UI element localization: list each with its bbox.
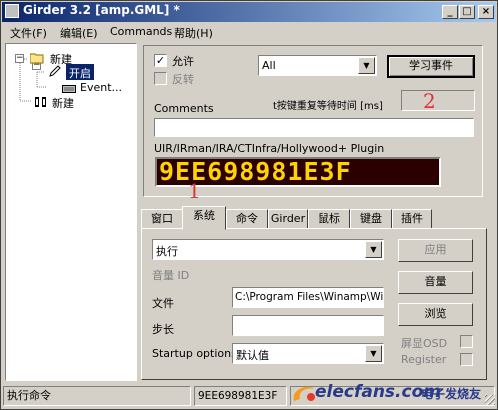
step-input[interactable]: [232, 315, 384, 336]
osd-checkbox[interactable]: [460, 335, 473, 348]
tab-keyboard[interactable]: 键盘: [350, 209, 392, 229]
menu-edit[interactable]: 编辑(E): [60, 25, 98, 41]
status-text: 执行命令: [3, 386, 191, 406]
menu-file[interactable]: 文件(F): [10, 25, 47, 41]
status-event-code: 9EE698981E3F: [194, 386, 287, 406]
tree-item-selected[interactable]: 开启: [48, 64, 134, 80]
tree-item-multigroup[interactable]: 新建: [34, 94, 124, 110]
tree-item-label: 新建: [52, 97, 74, 110]
file-path-input[interactable]: C:\Program Files\Winamp\Win: [232, 287, 384, 308]
app-icon: [5, 4, 19, 18]
window-title: Girder 3.2 [amp.GML] *: [23, 3, 180, 17]
osd-label: 屏显OSD: [401, 337, 448, 350]
tab-plugin[interactable]: 插件: [392, 209, 432, 229]
watermark-logo: elecfans.com 电子发烧友: [291, 381, 487, 407]
chevron-down-icon[interactable]: ▼: [365, 241, 382, 258]
step-label: 步长: [152, 323, 174, 336]
register-label: Register: [401, 353, 447, 366]
tab-command[interactable]: 命令: [226, 209, 268, 229]
event-select-value: All: [262, 59, 276, 72]
main-window: Girder 3.2 [amp.GML] * _ □ × 文件(F) 编辑(E)…: [0, 0, 498, 410]
folder-icon: [30, 53, 44, 64]
plugin-label: UIR/IRman/IRA/CTInfra/Hollywood+ Plugin: [154, 142, 385, 155]
minimize-button[interactable]: _: [442, 5, 458, 19]
startup-options-select[interactable]: 默认值 ▼: [232, 343, 384, 364]
annotation-2: 2: [423, 89, 436, 113]
tree-item-label: 开启: [66, 64, 94, 80]
tree-expander-icon[interactable]: −: [15, 54, 24, 63]
startup-options-label: Startup options: [152, 347, 237, 360]
chevron-down-icon[interactable]: ▼: [365, 345, 382, 362]
chevron-down-icon[interactable]: ▼: [358, 57, 375, 74]
menu-commands[interactable]: Commands: [110, 25, 172, 38]
invert-checkbox[interactable]: [154, 72, 167, 85]
tab-girder[interactable]: Girder: [268, 209, 308, 229]
repeat-delay-input[interactable]: [401, 90, 475, 111]
annotation-1: 1: [188, 179, 201, 203]
tree-view[interactable]: − − 新建 开启 Event... 新建: [5, 43, 137, 381]
tree-item-label: Event...: [80, 81, 123, 94]
pencil-icon: [49, 65, 61, 77]
enable-label: 允许: [172, 55, 194, 68]
tab-mouse[interactable]: 鼠标: [308, 209, 350, 229]
comments-label: Comments: [154, 102, 214, 115]
action-select[interactable]: 执行 ▼: [152, 239, 384, 260]
learn-event-button[interactable]: 学习事件: [387, 55, 475, 78]
register-checkbox[interactable]: [460, 353, 473, 366]
action-select-value: 执行: [156, 245, 178, 258]
tab-system[interactable]: 系统: [182, 206, 226, 230]
apply-button[interactable]: 应用: [398, 239, 473, 262]
startup-options-value: 默认值: [236, 349, 269, 362]
watermark-cn: 电子发烧友: [421, 387, 482, 401]
comments-input[interactable]: [154, 118, 474, 137]
invert-label: 反转: [172, 73, 194, 86]
maximize-button[interactable]: □: [459, 5, 475, 19]
volume-id-label: 音量 ID: [152, 269, 190, 282]
volume-button[interactable]: 音量: [398, 271, 473, 294]
enable-checkbox[interactable]: ✓: [154, 54, 167, 67]
repeat-delay-label: t按键重复等待时间 [ms]: [273, 101, 383, 112]
close-button[interactable]: ×: [478, 5, 494, 19]
tab-window[interactable]: 窗口: [141, 209, 183, 229]
menu-help[interactable]: 帮助(H): [174, 25, 213, 41]
browse-button[interactable]: 浏览: [398, 303, 473, 326]
menu-bar: 文件(F) 编辑(E) Commands 帮助(H): [2, 22, 496, 41]
file-label: 文件: [152, 297, 174, 310]
event-select[interactable]: All ▼: [258, 55, 377, 76]
multigroup-icon: [35, 97, 46, 107]
